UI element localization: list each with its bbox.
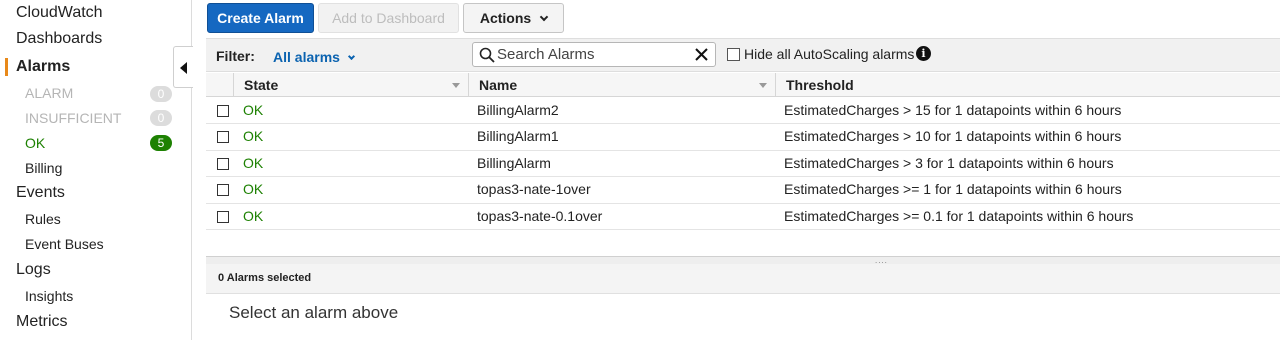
sort-icon [452, 83, 460, 88]
column-header-threshold-label: Threshold [786, 77, 854, 93]
sidebar-item-insufficient-state[interactable]: INSUFFICIENT [25, 110, 121, 126]
row-threshold: EstimatedCharges > 3 for 1 datapoints wi… [784, 154, 1114, 171]
sidebar-item-billing[interactable]: Billing [25, 160, 62, 176]
sidebar-item-metrics[interactable]: Metrics [16, 313, 68, 331]
table-row[interactable]: OK BillingAlarm2 EstimatedCharges > 15 f… [206, 98, 1280, 125]
row-checkbox[interactable] [217, 105, 229, 117]
column-header-state-label: State [244, 77, 279, 93]
sidebar-item-alarms[interactable]: Alarms [16, 58, 70, 76]
column-header-state[interactable]: State [233, 73, 468, 97]
info-icon[interactable]: i [916, 46, 931, 61]
table-row[interactable]: OK topas3-nate-1over EstimatedCharges >=… [206, 177, 1280, 204]
chevron-down-icon [539, 12, 549, 22]
sidebar-item-rules[interactable]: Rules [25, 211, 61, 227]
row-checkbox[interactable] [217, 184, 229, 197]
column-header-threshold[interactable]: Threshold [775, 73, 1280, 97]
row-name: BillingAlarm [477, 154, 551, 171]
column-header-name[interactable]: Name [468, 73, 775, 97]
hide-autoscaling-label: Hide all AutoScaling alarms [744, 46, 915, 62]
filter-label: Filter: [216, 48, 255, 64]
chevron-down-icon [347, 52, 355, 61]
active-indicator [5, 58, 8, 76]
row-name: BillingAlarm2 [477, 102, 559, 118]
sidebar-item-ok-state[interactable]: OK [25, 135, 45, 151]
sidebar-item-alarm-state[interactable]: ALARM [25, 85, 73, 101]
sidebar-item-insights[interactable]: Insights [25, 288, 73, 304]
search-box [472, 42, 716, 67]
row-checkbox[interactable] [217, 157, 229, 170]
main-content: Create Alarm Add to Dashboard Actions Fi… [206, 0, 1280, 340]
sidebar-item-dashboards[interactable]: Dashboards [16, 30, 102, 48]
actions-label: Actions [479, 10, 532, 26]
row-checkbox[interactable] [217, 131, 229, 144]
row-name: topas3-nate-0.1over [477, 207, 603, 224]
hide-autoscaling-checkbox[interactable] [727, 48, 740, 61]
sort-icon [759, 83, 767, 88]
column-header-name-label: Name [479, 77, 518, 93]
add-to-dashboard-button: Add to Dashboard [318, 3, 459, 33]
table-row[interactable]: OK BillingAlarm1 EstimatedCharges > 10 f… [206, 124, 1280, 151]
row-name: BillingAlarm1 [477, 128, 559, 145]
insufficient-count-badge: 0 [150, 110, 172, 126]
row-state: OK [243, 181, 264, 198]
table-header: State Name Threshold [206, 73, 1280, 97]
filter-selected-value: All alarms [273, 49, 340, 65]
filter-dropdown[interactable]: All alarms [273, 49, 355, 65]
row-state: OK [243, 128, 264, 145]
row-state: OK [243, 154, 264, 171]
details-panel: 0 Alarms selected Select an alarm above [206, 264, 1280, 340]
sidebar-item-events[interactable]: Events [16, 184, 65, 202]
panel-resize-handle[interactable]: .... [206, 256, 1280, 265]
close-icon[interactable] [694, 47, 709, 62]
row-name: topas3-nate-1over [477, 181, 591, 198]
alarm-count-badge: 0 [150, 86, 172, 102]
row-state: OK [243, 102, 264, 118]
search-icon [479, 47, 495, 63]
filter-bar: Filter: All alarms Hide all AutoScaling … [206, 38, 1280, 72]
ok-count-badge: 5 [150, 135, 172, 151]
row-state: OK [243, 207, 264, 224]
sidebar-item-event-buses[interactable]: Event Buses [25, 236, 104, 252]
details-empty-message: Select an alarm above [229, 303, 399, 322]
table-row[interactable]: OK BillingAlarm EstimatedCharges > 3 for… [206, 151, 1280, 178]
create-alarm-button[interactable]: Create Alarm [207, 3, 314, 33]
table-row[interactable]: OK topas3-nate-0.1over EstimatedCharges … [206, 204, 1280, 230]
row-threshold: EstimatedCharges > 10 for 1 datapoints w… [784, 128, 1122, 145]
sidebar-item-logs[interactable]: Logs [16, 261, 51, 279]
row-checkbox[interactable] [217, 210, 229, 223]
selected-count: 0 Alarms selected [218, 272, 312, 284]
actions-dropdown-button[interactable]: Actions [463, 3, 564, 33]
row-threshold: EstimatedCharges >= 1 for 1 datapoints w… [784, 181, 1122, 198]
alarm-table: OK BillingAlarm2 EstimatedCharges > 15 f… [206, 98, 1280, 230]
row-threshold: EstimatedCharges > 15 for 1 datapoints w… [784, 102, 1122, 118]
row-threshold: EstimatedCharges >= 0.1 for 1 datapoints… [784, 207, 1134, 224]
details-header: 0 Alarms selected [206, 264, 1280, 294]
collapse-sidebar-button[interactable] [173, 46, 193, 88]
search-input[interactable] [497, 44, 687, 65]
sidebar-item-cloudwatch[interactable]: CloudWatch [16, 4, 103, 22]
sidebar: CloudWatch Dashboards Alarms ALARM 0 INS… [0, 0, 193, 340]
